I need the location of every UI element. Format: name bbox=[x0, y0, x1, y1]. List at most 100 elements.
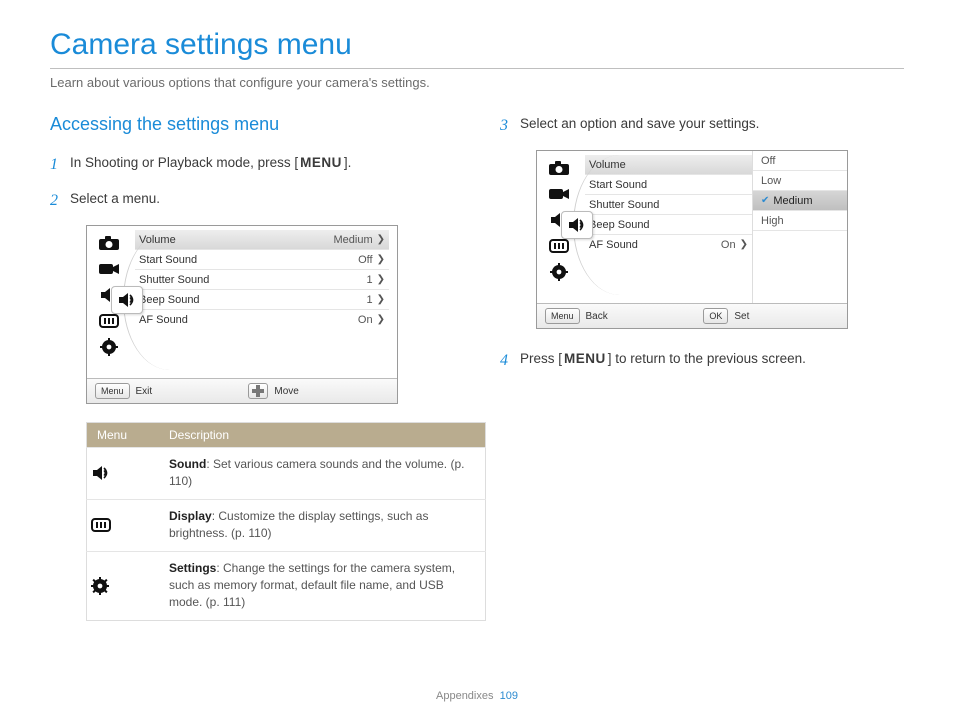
speaker-popup-icon bbox=[561, 211, 593, 239]
step-number: 2 bbox=[50, 189, 60, 213]
menu-description-table: Menu Description Sound: Set various came… bbox=[86, 422, 486, 621]
section-heading: Accessing the settings menu bbox=[50, 114, 454, 135]
screen-footer: Menu Back OK Set bbox=[537, 303, 847, 328]
page-subtitle: Learn about various options that configu… bbox=[50, 75, 904, 90]
row-label: Volume bbox=[589, 159, 748, 171]
row-value: Medium bbox=[333, 234, 376, 246]
step-4-text-b: ] to return to the previous screen. bbox=[608, 351, 806, 366]
dpad-icon[interactable] bbox=[248, 383, 268, 399]
footer-label: Set bbox=[734, 311, 749, 322]
footer-label: Exit bbox=[136, 386, 153, 397]
step-1-text-b: ]. bbox=[344, 155, 352, 170]
table-row: Settings: Change the settings for the ca… bbox=[87, 551, 486, 620]
option-item[interactable]: High bbox=[753, 211, 847, 231]
list-item[interactable]: Shutter Sound bbox=[585, 195, 752, 215]
chevron-right-icon: ❯ bbox=[377, 254, 385, 265]
row-value: 1 bbox=[366, 274, 376, 286]
menu-button[interactable]: Menu bbox=[545, 308, 580, 324]
list-item[interactable]: AF SoundOn❯ bbox=[585, 235, 752, 254]
settings-list: Volume Start Sound Shutter Sound Beep So… bbox=[581, 151, 752, 303]
row-value: 1 bbox=[366, 294, 376, 306]
page-title: Camera settings menu bbox=[50, 28, 904, 62]
option-label: Low bbox=[761, 175, 781, 187]
option-list: Off Low ✔ Medium High bbox=[752, 151, 847, 303]
settings-tab-icon bbox=[546, 261, 572, 283]
option-item[interactable]: Low bbox=[753, 171, 847, 191]
list-item[interactable]: Beep Sound bbox=[585, 215, 752, 235]
table-header: Menu bbox=[87, 423, 160, 448]
camera-screen-1: VolumeMedium❯ Start SoundOff❯ Shutter So… bbox=[86, 225, 398, 404]
camera-screen-2: Volume Start Sound Shutter Sound Beep So… bbox=[536, 150, 848, 329]
step-4-text-a: Press [ bbox=[520, 351, 562, 366]
table-row: Sound: Set various camera sounds and the… bbox=[87, 448, 486, 500]
settings-icon bbox=[91, 577, 155, 595]
option-label: High bbox=[761, 215, 784, 227]
row-label: Start Sound bbox=[139, 254, 358, 266]
row-label: Shutter Sound bbox=[139, 274, 366, 286]
menu-badge: MENU bbox=[562, 349, 608, 369]
step-3: 3 Select an option and save your setting… bbox=[500, 114, 904, 138]
footer-label: Back bbox=[586, 311, 608, 322]
option-item[interactable]: Off bbox=[753, 151, 847, 171]
chevron-right-icon: ❯ bbox=[377, 234, 385, 245]
footer-section: Appendixes bbox=[436, 690, 494, 702]
list-item[interactable]: Volume bbox=[585, 155, 752, 175]
check-icon: ✔ bbox=[761, 195, 769, 206]
video-icon bbox=[546, 183, 572, 205]
camera-icon bbox=[96, 232, 122, 254]
step-2: 2 Select a menu. bbox=[50, 189, 454, 213]
row-value: On bbox=[721, 239, 740, 251]
row-label: Start Sound bbox=[589, 179, 748, 191]
step-1: 1 In Shooting or Playback mode, press [M… bbox=[50, 153, 454, 177]
row-value: Off bbox=[358, 254, 376, 266]
speaker-popup-icon bbox=[111, 286, 143, 314]
list-item[interactable]: Start SoundOff❯ bbox=[135, 250, 389, 270]
footer-label: Move bbox=[274, 386, 298, 397]
step-3-text: Select an option and save your settings. bbox=[520, 114, 759, 138]
display-icon bbox=[91, 518, 155, 532]
row-title: Display bbox=[169, 509, 212, 523]
chevron-right-icon: ❯ bbox=[377, 294, 385, 305]
row-label: AF Sound bbox=[589, 239, 721, 251]
settings-list: VolumeMedium❯ Start SoundOff❯ Shutter So… bbox=[131, 226, 397, 378]
step-4: 4 Press [MENU] to return to the previous… bbox=[500, 349, 904, 373]
option-label: Off bbox=[761, 155, 775, 167]
list-item[interactable]: Beep Sound1❯ bbox=[135, 290, 389, 310]
chevron-right-icon: ❯ bbox=[740, 239, 748, 250]
row-label: Shutter Sound bbox=[589, 199, 748, 211]
step-1-text-a: In Shooting or Playback mode, press [ bbox=[70, 155, 298, 170]
option-label: Medium bbox=[773, 195, 812, 207]
settings-tab-icon bbox=[96, 336, 122, 358]
row-label: Beep Sound bbox=[589, 219, 748, 231]
step-number: 3 bbox=[500, 114, 510, 138]
row-value: On bbox=[358, 314, 377, 326]
page-footer: Appendixes 109 bbox=[0, 690, 954, 702]
row-title: Settings bbox=[169, 561, 216, 575]
step-number: 4 bbox=[500, 349, 510, 373]
footer-page-number: 109 bbox=[500, 690, 518, 702]
row-label: Volume bbox=[139, 234, 333, 246]
list-item[interactable]: Shutter Sound1❯ bbox=[135, 270, 389, 290]
step-2-text: Select a menu. bbox=[70, 189, 160, 213]
step-number: 1 bbox=[50, 153, 60, 177]
menu-button[interactable]: Menu bbox=[95, 383, 130, 399]
sound-icon bbox=[91, 465, 155, 481]
camera-icon bbox=[546, 157, 572, 179]
list-item[interactable]: Start Sound bbox=[585, 175, 752, 195]
title-rule bbox=[50, 68, 904, 69]
row-label: Beep Sound bbox=[139, 294, 366, 306]
row-text: : Set various camera sounds and the volu… bbox=[169, 457, 464, 488]
ok-button[interactable]: OK bbox=[703, 308, 728, 324]
list-item[interactable]: VolumeMedium❯ bbox=[135, 230, 389, 250]
video-icon bbox=[96, 258, 122, 280]
option-item-selected[interactable]: ✔ Medium bbox=[753, 191, 847, 211]
list-item[interactable]: AF SoundOn❯ bbox=[135, 310, 389, 329]
row-title: Sound bbox=[169, 457, 206, 471]
table-row: Display: Customize the display settings,… bbox=[87, 499, 486, 551]
row-label: AF Sound bbox=[139, 314, 358, 326]
screen-footer: Menu Exit Move bbox=[87, 378, 397, 403]
menu-badge: MENU bbox=[298, 153, 344, 173]
chevron-right-icon: ❯ bbox=[377, 314, 385, 325]
table-header: Description bbox=[159, 423, 486, 448]
chevron-right-icon: ❯ bbox=[377, 274, 385, 285]
